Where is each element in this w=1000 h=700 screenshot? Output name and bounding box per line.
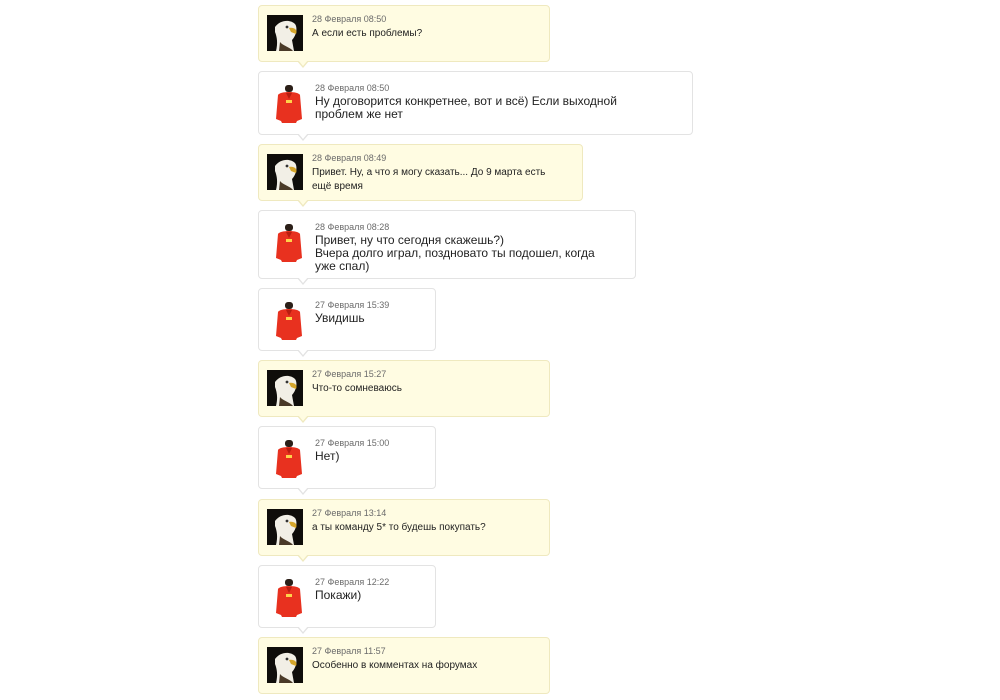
bubble-tail [297, 415, 309, 423]
bubble-tail [297, 199, 309, 207]
eagle-avatar-icon[interactable] [267, 509, 303, 545]
message-text: а ты команду 5* то будешь покупать? [312, 522, 486, 533]
bubble-tail [297, 277, 309, 285]
red-hoodie-avatar-icon[interactable] [271, 577, 307, 617]
red-hoodie-avatar-icon[interactable] [271, 222, 307, 262]
message-date: 28 Февраля 08:50 [312, 14, 387, 24]
message-bubble: 28 Февраля 08:28 Привет, ну что сегодня … [258, 210, 636, 285]
red-hoodie-avatar-icon[interactable] [271, 83, 307, 123]
message-text: Что-то сомневаюсь [312, 383, 402, 394]
message-date: 27 Февраля 13:14 [312, 508, 387, 518]
message-text: Увидишь [315, 311, 365, 325]
bubble-tail [297, 554, 309, 562]
message-date: 27 Февраля 15:39 [315, 300, 390, 310]
message-bubble: 28 Февраля 08:50 Ну договорится конкретн… [258, 71, 693, 141]
bubble-tail [297, 626, 309, 634]
message-bubble: 27 Февраля 13:14 а ты команду 5* то буде… [258, 499, 550, 562]
message-bubble: 27 Февраля 11:57 Особенно в комментах на… [258, 637, 550, 694]
message-bubble: 27 Февраля 15:39 Увидишь [258, 288, 436, 357]
message-text: Привет. Ну, а что я могу сказать... До 9… [312, 167, 546, 192]
message-date: 28 Февраля 08:50 [315, 83, 390, 93]
bubble-tail [297, 349, 309, 357]
bubble-tail [297, 133, 309, 141]
red-hoodie-avatar-icon[interactable] [271, 300, 307, 340]
message-bubble: 27 Февраля 15:27 Что-то сомневаюсь [258, 360, 550, 423]
message-bubble: 28 Февраля 08:50 А если есть проблемы? [258, 5, 550, 68]
message-bubble: 27 Февраля 15:00 Нет) [258, 426, 436, 495]
red-hoodie-avatar-icon[interactable] [271, 438, 307, 478]
eagle-avatar-icon[interactable] [267, 154, 303, 190]
message-date: 27 Февраля 12:22 [315, 577, 390, 587]
message-date: 27 Февраля 11:57 [312, 646, 386, 656]
message-bubble: 27 Февраля 12:22 Покажи) [258, 565, 436, 634]
message-text: Ну договорится конкретнее, вот и всё) Ес… [315, 94, 617, 121]
eagle-avatar-icon[interactable] [267, 647, 303, 683]
eagle-avatar-icon[interactable] [267, 15, 303, 51]
bubble-tail [297, 487, 309, 495]
message-thread: 28 Февраля 08:50 А если есть проблемы? 2… [0, 0, 1000, 700]
eagle-avatar-icon[interactable] [267, 370, 303, 406]
message-text: Особенно в комментах на форумах [312, 660, 478, 671]
message-text: Покажи) [315, 588, 362, 602]
message-date: 27 Февраля 15:00 [315, 438, 390, 448]
message-text: А если есть проблемы? [312, 28, 423, 39]
message-date: 28 Февраля 08:28 [315, 222, 390, 232]
message-bubble: 28 Февраля 08:49 Привет. Ну, а что я мог… [258, 144, 583, 207]
message-text: Нет) [315, 449, 340, 463]
message-text: Привет, ну что сегодня скажешь?) Вчера д… [315, 233, 595, 273]
bubble-tail [297, 60, 309, 68]
message-date: 28 Февраля 08:49 [312, 153, 387, 163]
message-date: 27 Февраля 15:27 [312, 369, 387, 379]
